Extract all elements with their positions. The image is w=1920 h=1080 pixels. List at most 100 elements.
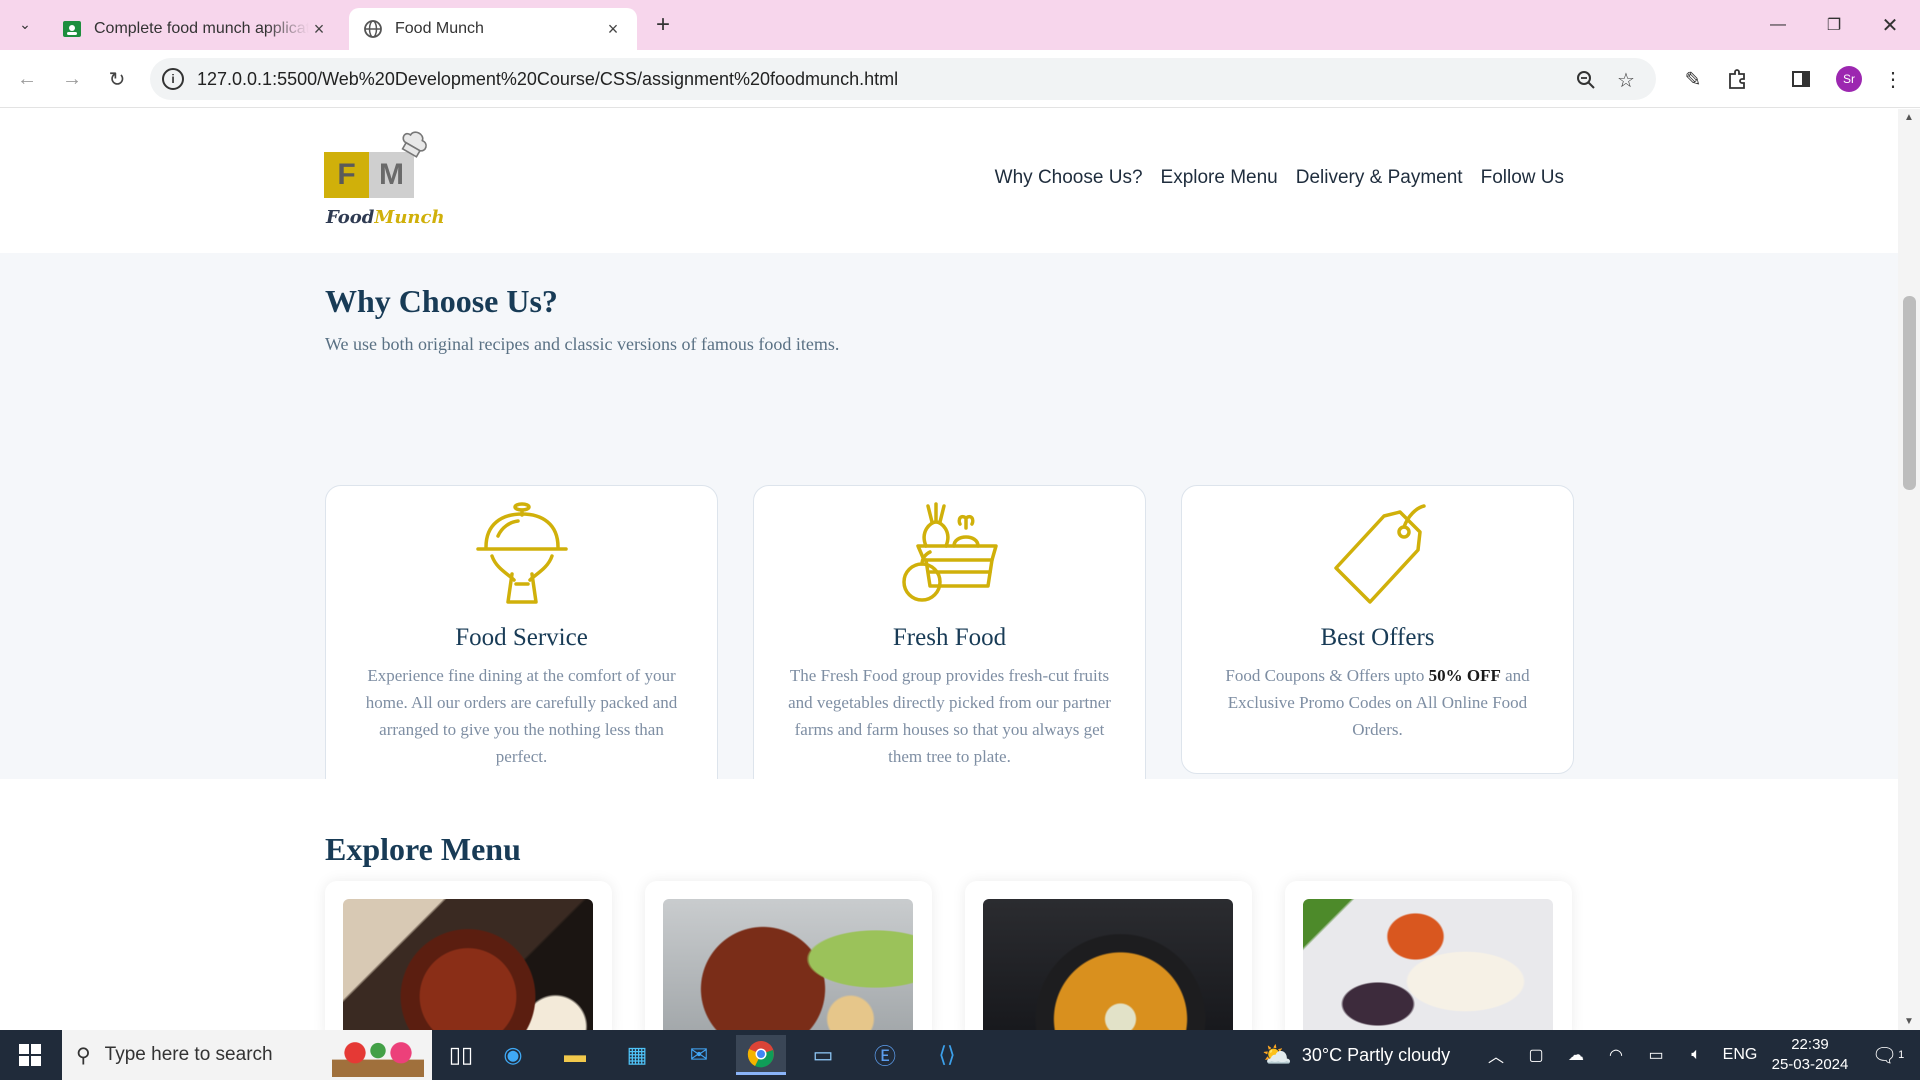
notifications-icon[interactable]: 🗨︎ 1: [1868, 1030, 1908, 1080]
profile-avatar[interactable]: Sr: [1836, 66, 1862, 92]
zoom-icon[interactable]: [1574, 68, 1598, 92]
windows-logo-icon: [19, 1044, 41, 1066]
section-title: Why Choose Us?: [325, 283, 558, 319]
fresh-food-card: Fresh Food The Fresh Food group provides…: [753, 485, 1146, 801]
vscode-icon[interactable]: ⟨⟩: [922, 1035, 972, 1075]
scrollbar-thumb[interactable]: [1903, 296, 1916, 490]
scroll-up-icon[interactable]: ▲: [1904, 112, 1914, 123]
reload-icon[interactable]: ↻: [100, 62, 134, 96]
menu-card[interactable]: [325, 881, 612, 1030]
taskbar-clock[interactable]: 22:39 25-03-2024: [1764, 1035, 1856, 1075]
task-view-icon[interactable]: ▯▯: [436, 1035, 486, 1075]
new-tab-button[interactable]: +: [648, 10, 678, 40]
remote-desktop-icon[interactable]: ▭: [798, 1035, 848, 1075]
tab-classroom[interactable]: Complete food munch application ×: [48, 8, 343, 50]
nav-delivery-payment[interactable]: Delivery & Payment: [1296, 167, 1463, 189]
food-munch-logo[interactable]: F M FoodMunch: [324, 127, 445, 237]
food-service-cloche-icon: [475, 502, 568, 604]
tab-title: Complete food munch application: [94, 20, 309, 37]
close-window-icon[interactable]: ✕: [1862, 0, 1918, 50]
forward-icon[interactable]: →: [55, 62, 89, 96]
weather-text: 30°C Partly cloudy: [1301, 1044, 1451, 1065]
holi-colors-icon: [332, 1033, 424, 1077]
tab-search-menu-button[interactable]: ⌄: [10, 9, 40, 39]
salad-bowl-photo: [663, 899, 913, 1030]
main-nav: Why Choose Us? Explore Menu Delivery & P…: [977, 167, 1564, 189]
card-description: The Fresh Food group provides fresh-cut …: [788, 666, 1111, 766]
card-title: Fresh Food: [892, 624, 1007, 651]
price-tag-icon: [1333, 504, 1426, 604]
chrome-icon[interactable]: [736, 1035, 786, 1075]
seafood-platter-photo: [1303, 899, 1553, 1030]
onedrive-cloud-icon[interactable]: ☁: [1564, 1030, 1588, 1080]
why-choose-us-section: Why Choose Us? We use both original reci…: [0, 253, 1898, 801]
tab-title: Food Munch: [395, 20, 484, 37]
close-tab-icon[interactable]: ×: [603, 19, 623, 40]
google-classroom-icon: [63, 21, 81, 37]
scroll-down-icon[interactable]: ▼: [1904, 1016, 1914, 1027]
bookmark-star-icon[interactable]: ☆: [1614, 68, 1638, 92]
wifi-icon[interactable]: ◠: [1604, 1030, 1628, 1080]
clock-time: 22:39: [1791, 1036, 1829, 1053]
side-panel-icon[interactable]: [1786, 64, 1816, 94]
nav-explore-menu[interactable]: Explore Menu: [1161, 167, 1278, 189]
browser-tab-bar: ⌄ Complete food munch application × Food…: [0, 0, 1920, 50]
nav-follow-us[interactable]: Follow Us: [1481, 167, 1564, 189]
section-title: Explore Menu: [325, 831, 521, 867]
show-hidden-icons-icon[interactable]: ︿: [1484, 1030, 1508, 1080]
app-e-icon[interactable]: Ⓔ: [860, 1035, 910, 1075]
extensions-icon[interactable]: [1722, 64, 1752, 94]
card-description: Food Coupons & Offers upto 50% OFF and E…: [1225, 666, 1530, 739]
language-indicator[interactable]: ENG: [1720, 1030, 1760, 1080]
more-menu-icon[interactable]: ⋮: [1878, 64, 1908, 94]
menu-card[interactable]: [1285, 881, 1572, 1030]
site-header: F M FoodMunch Why Choose Us? Explore Men…: [0, 109, 1898, 253]
address-bar[interactable]: i 127.0.0.1:5500/Web%20Development%20Cou…: [150, 58, 1656, 100]
site-info-icon[interactable]: i: [162, 68, 184, 90]
mail-icon[interactable]: ✉: [674, 1035, 724, 1075]
battery-icon[interactable]: ▭: [1644, 1030, 1668, 1080]
meet-now-icon[interactable]: ▢: [1524, 1030, 1548, 1080]
page-viewport: F M FoodMunch Why Choose Us? Explore Men…: [0, 109, 1920, 1030]
windows-taskbar: ⚲ Type here to search ▯▯ ◉ ▬ ▦ ✉ ▭ Ⓔ ⟨⟩ …: [0, 1030, 1920, 1080]
browser-toolbar: ← → ↻ i 127.0.0.1:5500/Web%20Development…: [0, 50, 1920, 108]
url-text[interactable]: 127.0.0.1:5500/Web%20Development%20Cours…: [197, 69, 898, 90]
nav-why-choose-us[interactable]: Why Choose Us?: [995, 167, 1143, 189]
card-description: Experience fine dining at the comfort of…: [365, 666, 678, 766]
card-title: Food Service: [455, 624, 588, 651]
close-tab-icon[interactable]: ×: [309, 19, 329, 40]
search-icon: ⚲: [76, 1044, 91, 1067]
microsoft-store-icon[interactable]: ▦: [612, 1035, 662, 1075]
edit-pen-icon[interactable]: ✎: [1678, 64, 1708, 94]
fresh-food-basket-icon: [901, 502, 998, 602]
explore-menu-section: Explore Menu: [0, 779, 1898, 1030]
volume-icon[interactable]: 🔈︎: [1684, 1030, 1708, 1080]
tab-food-munch[interactable]: Food Munch ×: [349, 8, 637, 50]
taskbar-search-box[interactable]: ⚲ Type here to search: [62, 1030, 432, 1080]
minimize-icon[interactable]: —: [1750, 0, 1806, 50]
notification-count: 1: [1898, 1049, 1905, 1061]
menu-card[interactable]: [645, 881, 932, 1030]
globe-icon: [364, 20, 382, 38]
best-offers-card: Best Offers Food Coupons & Offers upto 5…: [1181, 485, 1574, 774]
partly-cloudy-icon: ⛅: [1262, 1041, 1292, 1069]
clock-date: 25-03-2024: [1771, 1056, 1849, 1073]
page-scrollbar[interactable]: ▲ ▼: [1898, 109, 1920, 1030]
logo-brand-text: FoodMunch: [326, 207, 445, 228]
windows-start-button[interactable]: [0, 1030, 60, 1080]
search-placeholder: Type here to search: [104, 1044, 273, 1065]
file-explorer-icon[interactable]: ▬: [550, 1035, 600, 1075]
logo-letter-f: F: [324, 152, 369, 198]
card-title: Best Offers: [1320, 624, 1435, 651]
fried-chicken-photo: [343, 899, 593, 1030]
restore-icon[interactable]: ❐: [1806, 0, 1862, 50]
edge-browser-icon[interactable]: ◉: [488, 1035, 538, 1075]
back-icon[interactable]: ←: [10, 62, 44, 96]
food-service-card: Food Service Experience fine dining at t…: [325, 485, 718, 801]
section-description: We use both original recipes and classic…: [325, 334, 840, 354]
menu-card[interactable]: [965, 881, 1252, 1030]
soup-bowl-photo: [983, 899, 1233, 1030]
offer-highlight: 50% OFF: [1428, 666, 1501, 685]
chef-hat-icon: [401, 131, 427, 158]
weather-widget[interactable]: ⛅ 30°C Partly cloudy: [1262, 1030, 1450, 1080]
